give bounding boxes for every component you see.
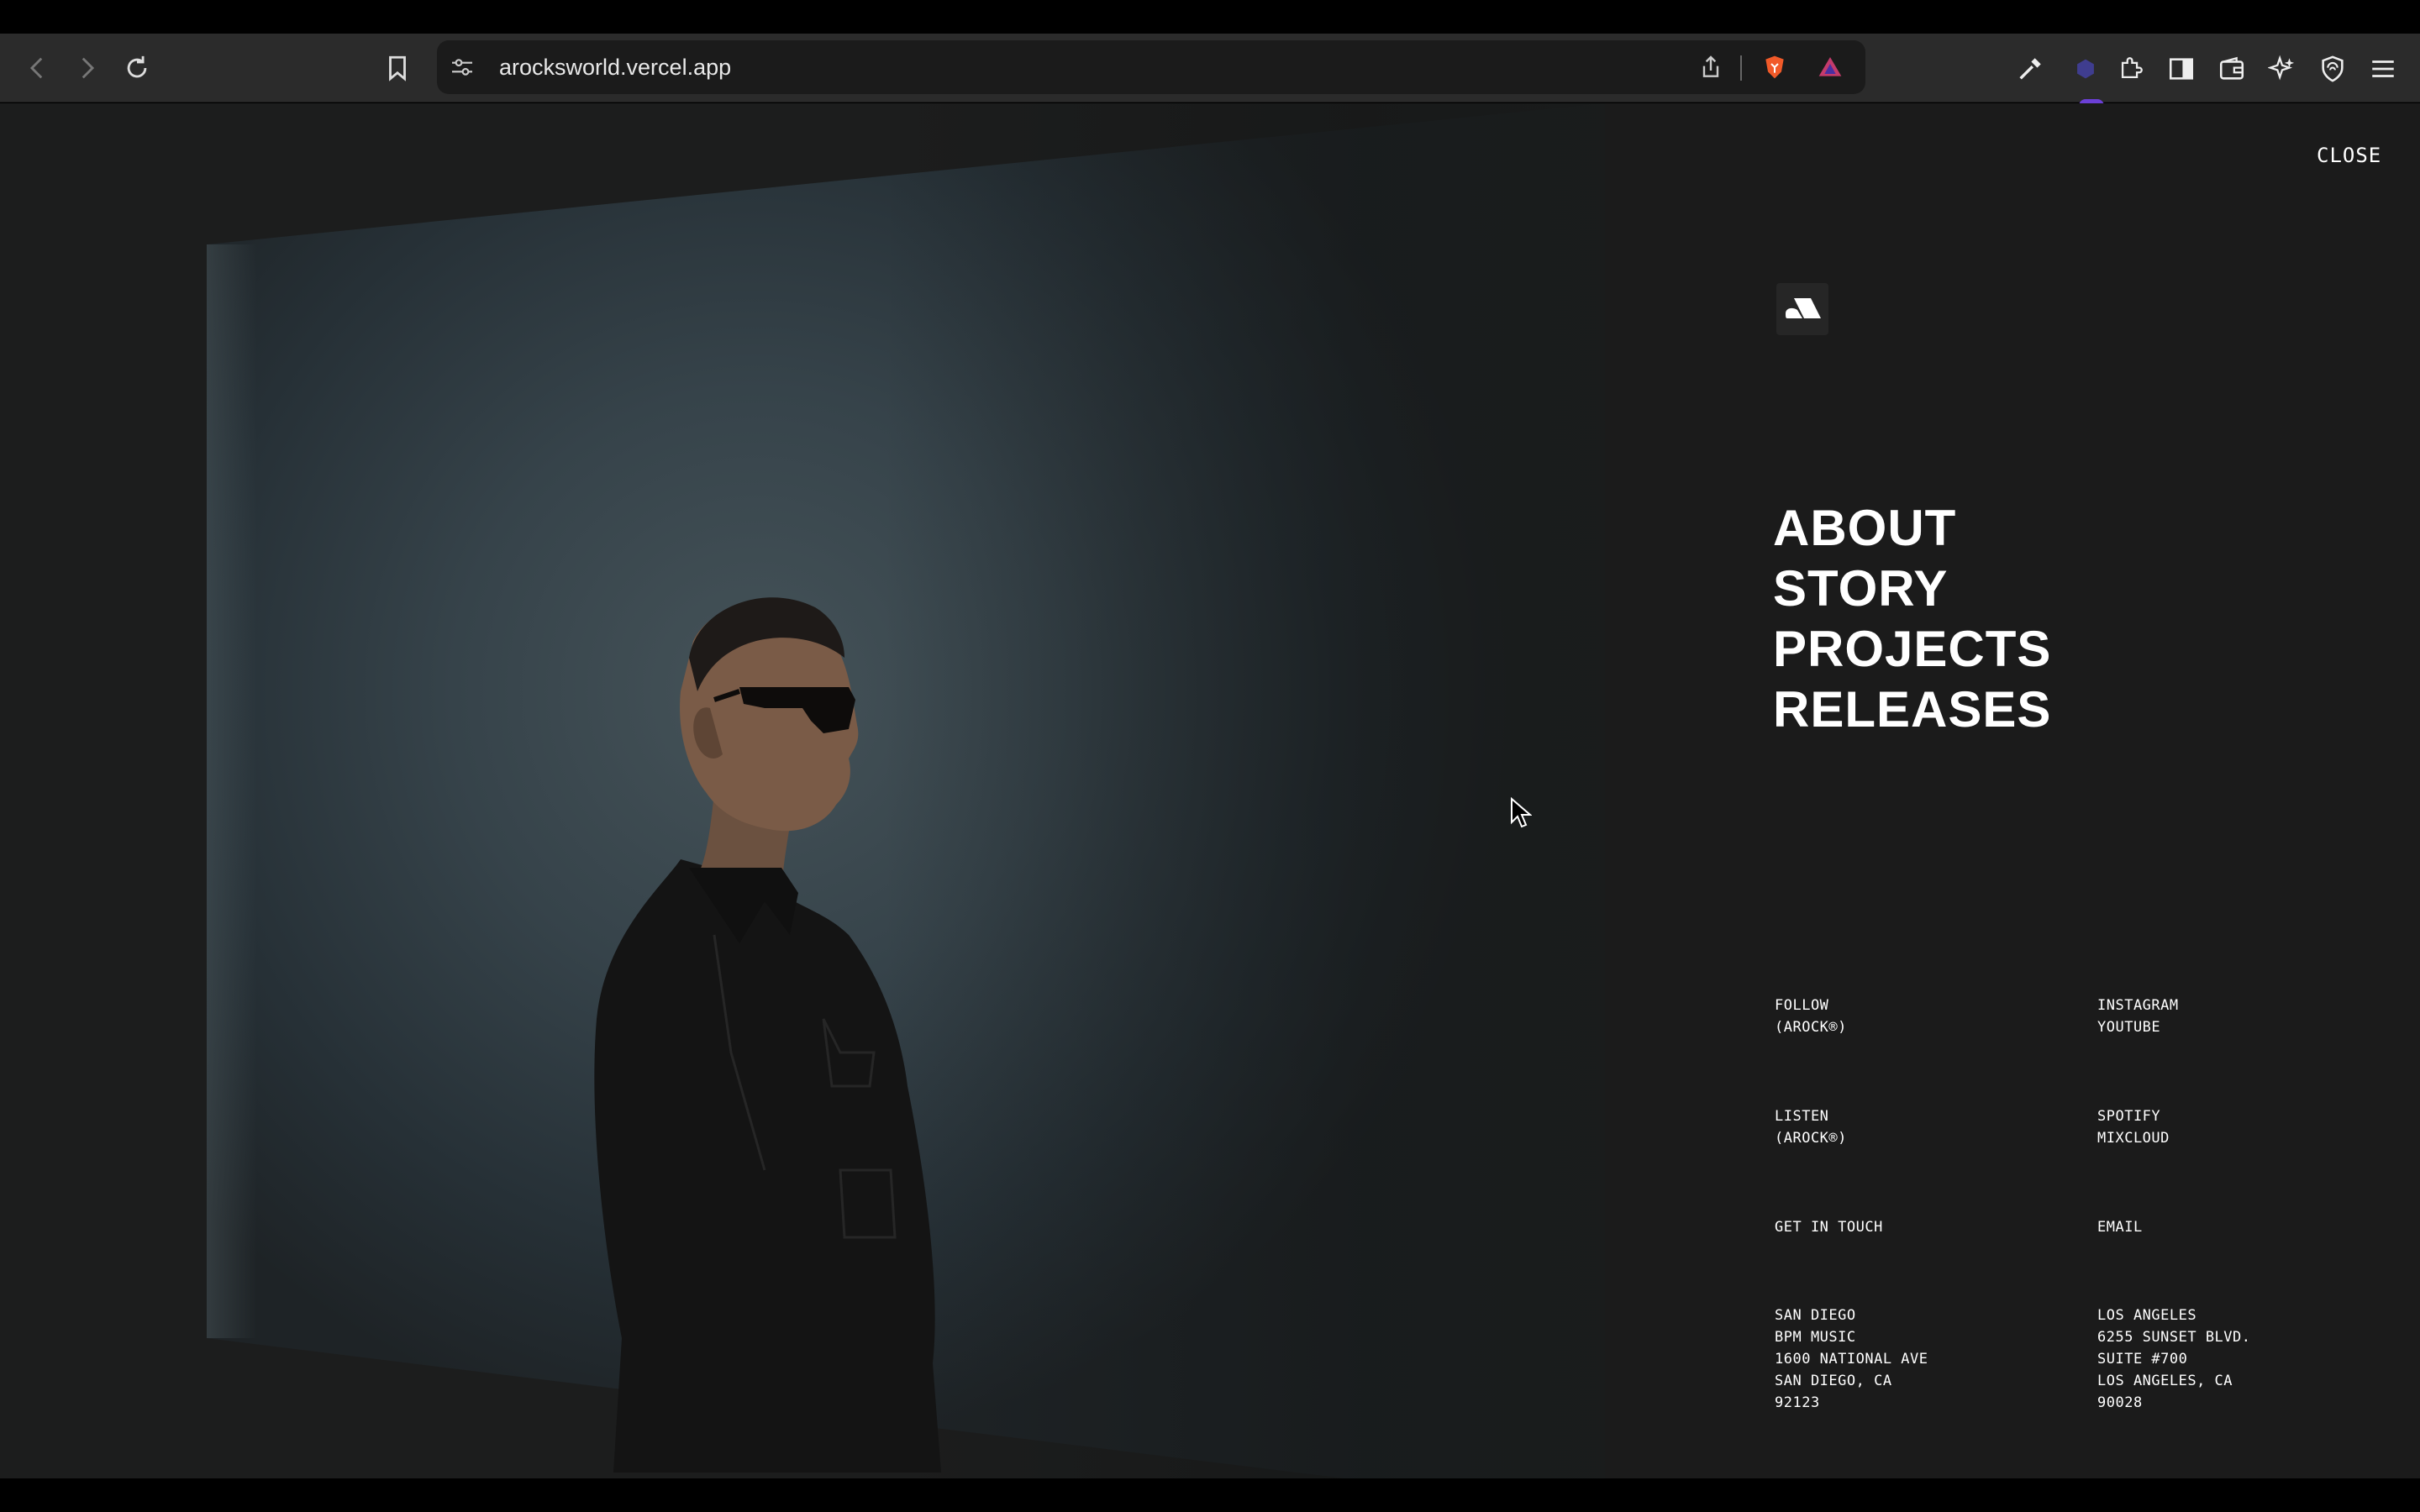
system-bottom-bar [0, 1478, 2420, 1512]
address-line: 6255 SUNSET BLVD. [2097, 1329, 2251, 1346]
chevron-left-icon [29, 57, 43, 79]
chevron-right-icon [82, 57, 95, 79]
contact-block: GET IN TOUCH [1775, 1216, 1883, 1238]
san-diego-address: SAN DIEGO BPM MUSIC 1600 NATIONAL AVE SA… [1775, 1305, 1928, 1414]
mouse-cursor-icon [1511, 797, 1532, 828]
address-line: BPM MUSIC [1775, 1329, 1856, 1346]
follow-links: INSTAGRAM YOUTUBE [2097, 995, 2179, 1038]
address-line: LOS ANGELES [2097, 1307, 2197, 1324]
leo-ai-icon[interactable] [2264, 50, 2301, 87]
menu-item-story[interactable]: STORY [1773, 559, 2051, 619]
address-line: LOS ANGELES, CA [2097, 1373, 2233, 1389]
address-line: SAN DIEGO [1775, 1307, 1856, 1324]
reload-icon [127, 55, 147, 78]
listen-links: SPOTIFY MIXCLOUD [2097, 1105, 2170, 1149]
logo-mark-icon [1786, 298, 1821, 318]
menu-item-projects[interactable]: PROJECTS [1773, 619, 2051, 680]
spotify-link[interactable]: SPOTIFY [2097, 1105, 2170, 1127]
contact-links: EMAIL [2097, 1216, 2143, 1238]
listen-title: LISTEN [1775, 1108, 1829, 1125]
vpn-shield-icon[interactable] [2314, 50, 2351, 87]
listen-sub: (AROCK®) [1775, 1130, 1847, 1147]
address-line: 92123 [1775, 1394, 1820, 1411]
artist-portrait [594, 597, 941, 1473]
email-link[interactable]: EMAIL [2097, 1216, 2143, 1238]
bookmark-button[interactable] [378, 49, 417, 87]
youtube-link[interactable]: YOUTUBE [2097, 1016, 2179, 1038]
address-line: SUITE #700 [2097, 1351, 2188, 1368]
address-line: 1600 NATIONAL AVE [1775, 1351, 1928, 1368]
brave-rewards-icon[interactable] [1815, 52, 1845, 82]
menu-hamburger-icon[interactable] [2365, 50, 2402, 87]
menu-item-releases[interactable]: RELEASES [1773, 680, 2051, 740]
bookmark-icon [389, 55, 406, 81]
brave-shields-icon[interactable] [1760, 52, 1790, 82]
los-angeles-address: LOS ANGELES 6255 SUNSET BLVD. SUITE #700… [2097, 1305, 2251, 1414]
back-button[interactable] [18, 49, 57, 87]
follow-block: FOLLOW (AROCK®) [1775, 995, 1847, 1038]
photo-edge-glow [207, 244, 257, 1338]
mixcloud-link[interactable]: MIXCLOUD [2097, 1127, 2170, 1149]
instagram-link[interactable]: INSTAGRAM [2097, 995, 2179, 1016]
address-line: SAN DIEGO, CA [1775, 1373, 1892, 1389]
forward-button[interactable] [67, 49, 106, 87]
address-line: 90028 [2097, 1394, 2143, 1411]
reload-button[interactable] [118, 49, 156, 87]
browser-toolbar: arocksworld.vercel.app 6 [0, 34, 2420, 124]
url-text[interactable]: arocksworld.vercel.app [499, 40, 731, 94]
address-bar[interactable]: arocksworld.vercel.app [437, 40, 1865, 94]
hexagon-extension-icon[interactable] [2067, 50, 2104, 87]
web-page: CLOSE ABOUT STORY PROJECTS RELEASES FOLL… [0, 103, 2420, 1478]
follow-sub: (AROCK®) [1775, 1019, 1847, 1036]
menu-item-about[interactable]: ABOUT [1773, 498, 2051, 559]
listen-block: LISTEN (AROCK®) [1775, 1105, 1847, 1149]
extensions-puzzle-icon[interactable] [2112, 50, 2149, 87]
site-settings-icon[interactable] [447, 52, 477, 82]
arock-logo[interactable] [1776, 283, 1828, 335]
sidebar-toggle-icon[interactable] [2163, 50, 2200, 87]
hero-photo [0, 103, 1605, 1478]
follow-title: FOLLOW [1775, 997, 1829, 1014]
share-icon[interactable] [1696, 52, 1726, 82]
close-menu-button[interactable]: CLOSE [2317, 144, 2381, 167]
system-top-bar [0, 0, 2420, 34]
color-picker-extension-icon[interactable] [2012, 50, 2049, 87]
divider [1740, 55, 1742, 81]
main-menu: ABOUT STORY PROJECTS RELEASES [1773, 498, 2051, 740]
wallet-icon[interactable] [2213, 50, 2250, 87]
contact-title: GET IN TOUCH [1775, 1219, 1883, 1236]
